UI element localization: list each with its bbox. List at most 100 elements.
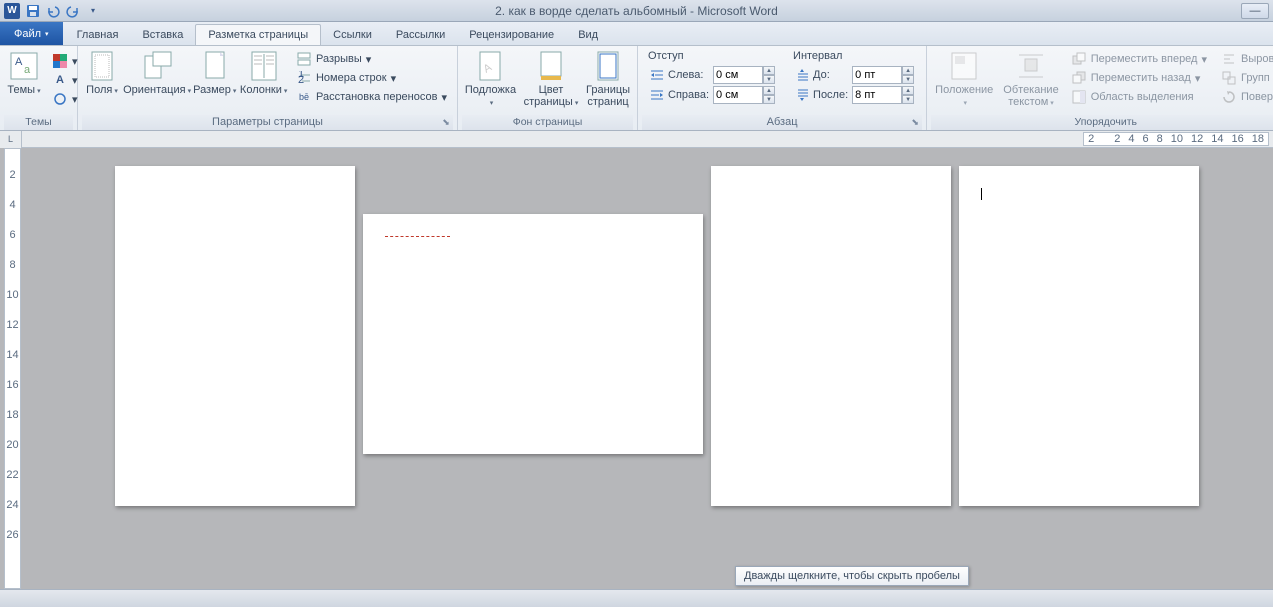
ruler-tick: 12 — [6, 319, 18, 331]
position-label: Положение — [935, 84, 993, 96]
spacing-before-spinner[interactable]: ▲▼ — [852, 66, 914, 84]
group-page-background: A Подложка▾ Цветстраницы▾ Границыстраниц… — [458, 46, 638, 130]
indent-right-spinner[interactable]: ▲▼ — [713, 86, 775, 104]
spacing-section: Интервал До: ▲▼ После: ▲▼ — [793, 50, 916, 106]
tab-page-layout[interactable]: Разметка страницы — [195, 24, 321, 45]
spacing-after-input[interactable] — [852, 86, 902, 104]
text-cursor — [981, 188, 982, 200]
spacing-header: Интервал — [793, 50, 916, 64]
orientation-label: Ориентация — [123, 84, 185, 96]
group-btn-label: Групп — [1241, 72, 1270, 84]
position-button[interactable]: Положение▾ — [931, 48, 997, 112]
themes-button[interactable]: Aa Темы▾ — [4, 48, 44, 100]
align-label: Выров — [1241, 53, 1273, 65]
align-button[interactable]: Выров — [1217, 50, 1273, 68]
page-color-button[interactable]: Цветстраницы▾ — [521, 48, 581, 112]
dialog-launcher-icon[interactable]: ⬊ — [910, 117, 920, 127]
tab-references[interactable]: Ссылки — [321, 25, 384, 45]
ruler-tick: 16 — [1232, 133, 1244, 145]
status-bar[interactable] — [0, 589, 1273, 607]
margins-button[interactable]: Поля▾ — [82, 48, 122, 100]
dialog-launcher-icon[interactable]: ⬊ — [441, 117, 451, 127]
columns-button[interactable]: Колонки▾ — [239, 48, 288, 100]
group-paragraph-label: Абзац⬊ — [642, 115, 922, 130]
tab-selector[interactable]: L — [0, 131, 22, 148]
horizontal-ruler[interactable]: L 2 2 4 6 8 10 12 14 16 18 — [0, 131, 1273, 148]
align-icon — [1221, 51, 1237, 67]
spacing-after-spinner[interactable]: ▲▼ — [852, 86, 914, 104]
qat-dropdown-icon[interactable]: ▾ — [84, 2, 102, 20]
squiggly-underline — [385, 236, 450, 237]
rotate-button[interactable]: Повер — [1217, 88, 1273, 106]
redo-icon[interactable] — [64, 2, 82, 20]
ruler-tick: 18 — [6, 409, 18, 421]
spin-down-icon[interactable]: ▼ — [763, 75, 775, 84]
theme-fonts-button[interactable]: A▾ — [48, 71, 82, 89]
send-backward-button[interactable]: Переместить назад ▾ — [1067, 69, 1211, 87]
tab-home[interactable]: Главная — [65, 25, 131, 45]
tab-review[interactable]: Рецензирование — [457, 25, 566, 45]
undo-icon[interactable] — [44, 2, 62, 20]
spacing-before-input[interactable] — [852, 66, 902, 84]
chevron-down-icon: ▾ — [114, 88, 118, 95]
spin-up-icon[interactable]: ▲ — [902, 66, 914, 75]
indent-section: Отступ Слева: ▲▼ Справа: ▲▼ — [648, 50, 777, 106]
size-button[interactable]: Размер▾ — [192, 48, 237, 100]
svg-text:a: a — [24, 64, 31, 76]
bring-forward-button[interactable]: Переместить вперед ▾ — [1067, 50, 1211, 68]
document-area[interactable]: 2 4 6 8 10 12 14 16 18 20 22 24 26 Дважд… — [0, 148, 1273, 589]
columns-label: Колонки — [240, 84, 282, 96]
word-app-icon[interactable]: W — [4, 3, 20, 19]
spin-down-icon[interactable]: ▼ — [902, 95, 914, 104]
bring-forward-icon — [1071, 51, 1087, 67]
group-page-bg-label: Фон страницы — [462, 115, 633, 130]
spin-down-icon[interactable]: ▼ — [763, 95, 775, 104]
columns-icon — [248, 50, 280, 82]
page-1[interactable] — [115, 166, 355, 506]
page-3[interactable] — [711, 166, 951, 506]
spin-up-icon[interactable]: ▲ — [902, 86, 914, 95]
group-button[interactable]: Групп — [1217, 69, 1273, 87]
wrap-text-button[interactable]: Обтеканиетекстом▾ — [999, 48, 1062, 112]
indent-left-spinner[interactable]: ▲▼ — [713, 66, 775, 84]
tab-mailings[interactable]: Рассылки — [384, 25, 457, 45]
selection-pane-button[interactable]: Область выделения — [1067, 88, 1211, 106]
chevron-down-icon: ▾ — [1195, 72, 1201, 85]
page-borders-button[interactable]: Границыстраниц — [583, 48, 633, 110]
tab-file[interactable]: Файл▾ — [0, 22, 63, 45]
ruler-tick: 14 — [6, 349, 18, 361]
minimize-button[interactable]: — — [1241, 3, 1269, 19]
spin-up-icon[interactable]: ▲ — [763, 66, 775, 75]
theme-colors-button[interactable]: ▾ — [48, 52, 82, 70]
page-2[interactable] — [363, 214, 703, 454]
orientation-button[interactable]: Ориентация▾ — [124, 48, 190, 100]
line-numbers-button[interactable]: 12Номера строк ▾ — [292, 69, 451, 87]
page-borders-icon — [592, 50, 624, 82]
spin-down-icon[interactable]: ▼ — [902, 75, 914, 84]
indent-right-input[interactable] — [713, 86, 763, 104]
bring-forward-label: Переместить вперед — [1091, 53, 1198, 65]
theme-effects-button[interactable]: ▾ — [48, 90, 82, 108]
pages-container — [115, 166, 1199, 506]
fonts-icon: A — [52, 72, 68, 88]
breaks-button[interactable]: Разрывы ▾ — [292, 50, 451, 68]
ruler-tick: 6 — [1143, 133, 1149, 145]
page-4[interactable] — [959, 166, 1199, 506]
position-icon — [948, 50, 980, 82]
watermark-button[interactable]: A Подложка▾ — [462, 48, 519, 112]
save-icon[interactable] — [24, 2, 42, 20]
hyphenation-button[interactable]: bēРасстановка переносов ▾ — [292, 88, 451, 106]
indent-left-input[interactable] — [713, 66, 763, 84]
tab-insert[interactable]: Вставка — [130, 25, 195, 45]
ribbon-tabs: Файл▾ Главная Вставка Разметка страницы … — [0, 22, 1273, 46]
group-arrange: Положение▾ Обтеканиетекстом▾ Переместить… — [927, 46, 1273, 130]
spin-up-icon[interactable]: ▲ — [763, 86, 775, 95]
vertical-ruler[interactable]: 2 4 6 8 10 12 14 16 18 20 22 24 26 — [4, 148, 21, 589]
ruler-tick: 12 — [1191, 133, 1203, 145]
breaks-icon — [296, 51, 312, 67]
page-color-icon — [535, 50, 567, 82]
send-backward-icon — [1071, 70, 1087, 86]
group-page-setup: Поля▾ Ориентация▾ Размер▾ Колонки▾ Разры… — [78, 46, 458, 130]
spacing-before-label: До: — [813, 69, 848, 81]
tab-view[interactable]: Вид — [566, 25, 610, 45]
